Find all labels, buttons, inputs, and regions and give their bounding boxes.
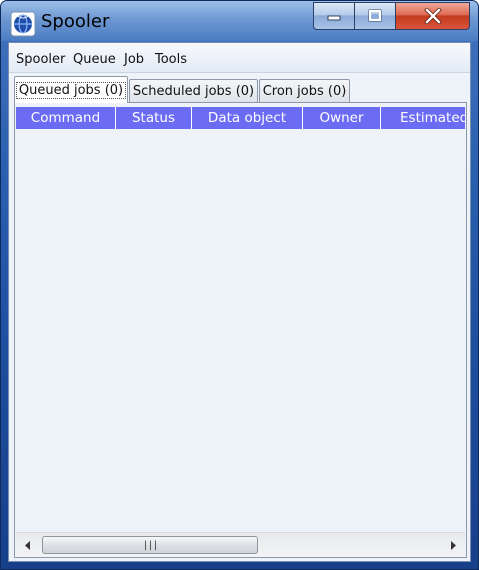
tab-scheduled-jobs-label: Scheduled jobs (0)	[132, 83, 255, 99]
minimize-icon	[327, 15, 341, 21]
column-header-data-object[interactable]: Data object	[192, 107, 303, 129]
spooler-globe-icon	[10, 11, 36, 37]
queued-jobs-panel: Command Status Data object Owner Estimat…	[14, 102, 467, 558]
column-header-command[interactable]: Command	[16, 107, 116, 129]
tab-queued-jobs[interactable]: Queued jobs (0)	[14, 76, 128, 103]
menu-tools[interactable]: Tools	[155, 52, 187, 67]
close-icon	[423, 8, 442, 24]
menu-spooler[interactable]: Spooler	[16, 52, 65, 67]
tab-cron-jobs[interactable]: Cron jobs (0)	[259, 79, 350, 102]
tab-queued-jobs-label: Queued jobs (0)	[15, 81, 127, 99]
scroll-thumb[interactable]: |||	[42, 536, 258, 554]
horizontal-scrollbar[interactable]: |||	[16, 532, 465, 556]
spooler-window: Spooler Spooler Queue Job Tools Queued j…	[0, 0, 479, 570]
menu-job[interactable]: Job	[124, 52, 144, 67]
title-bar[interactable]: Spooler	[1, 1, 478, 41]
scroll-right-icon	[451, 540, 456, 550]
window-title: Spooler	[41, 11, 110, 32]
close-button[interactable]	[396, 2, 470, 30]
maximize-button[interactable]	[355, 2, 396, 30]
scroll-right-button[interactable]	[445, 537, 461, 553]
menu-queue[interactable]: Queue	[73, 52, 116, 67]
maximize-icon	[368, 9, 382, 22]
scroll-left-icon	[25, 540, 30, 550]
scroll-grip: |||	[142, 539, 158, 551]
jobs-table-body[interactable]	[16, 129, 465, 531]
column-header-status[interactable]: Status	[116, 107, 192, 129]
column-header-owner[interactable]: Owner	[303, 107, 381, 129]
table-header: Command Status Data object Owner Estimat…	[16, 107, 465, 129]
tab-cron-jobs-label: Cron jobs (0)	[262, 83, 347, 99]
menu-bar: Spooler Queue Job Tools	[9, 43, 470, 73]
tab-scheduled-jobs[interactable]: Scheduled jobs (0)	[129, 79, 258, 102]
scroll-left-button[interactable]	[20, 537, 36, 553]
column-header-estimated[interactable]: Estimated	[381, 107, 465, 129]
minimize-button[interactable]	[313, 2, 355, 30]
client-area: Spooler Queue Job Tools Queued jobs (0) …	[8, 42, 471, 562]
